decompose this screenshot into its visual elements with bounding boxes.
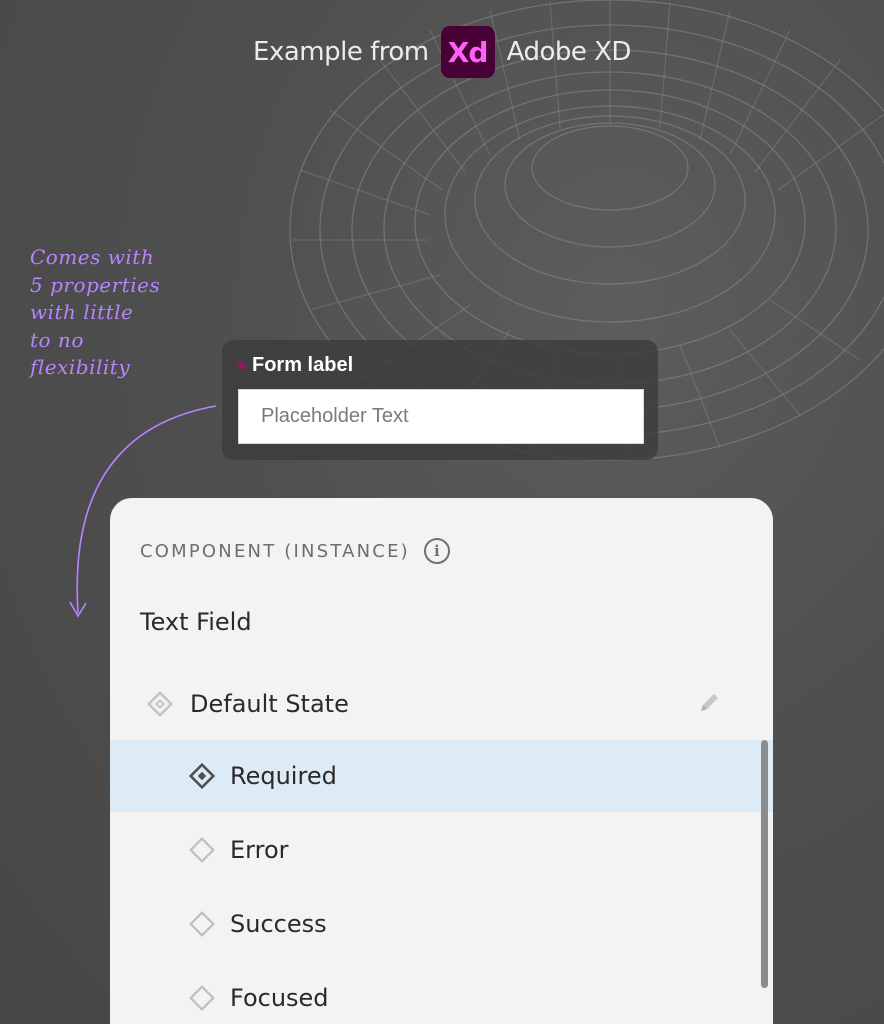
page-header: Example from Xd Adobe XD [0,26,884,78]
adobe-xd-logo-icon: Xd [440,26,495,78]
diamond-state-icon [188,762,216,790]
diamond-state-icon [188,836,216,864]
required-dot-icon [238,361,246,370]
panel-header: COMPONENT (INSTANCE) i [140,538,450,564]
pencil-icon[interactable] [696,690,722,716]
state-required[interactable]: Required [110,740,773,812]
header-prefix: Example from [253,37,429,67]
section-title: COMPONENT (INSTANCE) [140,540,410,562]
component-properties-panel: COMPONENT (INSTANCE) i Text Field Defaul… [110,498,773,1024]
state-label: Default State [190,690,349,718]
state-label: Required [230,762,337,790]
state-default[interactable]: Default State [110,668,773,740]
diamond-state-icon [188,910,216,938]
diamond-state-icon [188,984,216,1012]
annotation-line: Comes with [30,245,155,269]
component-name: Text Field [140,608,252,636]
annotation-line: to no [30,327,84,352]
annotation-line: with little [30,300,134,324]
annotation-line: flexibility [30,355,131,379]
header-brand: Adobe XD [506,37,632,67]
state-error[interactable]: Error [110,814,773,886]
handwritten-annotation: Comes with 5 properties with little to n… [30,244,200,382]
info-circle-icon[interactable]: i [423,538,450,564]
state-label: Focused [230,984,329,1012]
annotation-line: 5 properties [30,272,161,297]
state-label: Success [230,910,327,938]
placeholder-text-input[interactable] [238,389,644,444]
state-label: Error [230,836,289,864]
panel-scrollbar[interactable] [761,740,768,988]
form-field-preview: Form label [222,340,658,460]
form-label-text: Form label [252,354,354,376]
state-success[interactable]: Success [110,888,773,960]
state-focused[interactable]: Focused [110,962,773,1024]
diamond-state-icon [146,690,174,718]
form-label: Form label [238,354,353,377]
